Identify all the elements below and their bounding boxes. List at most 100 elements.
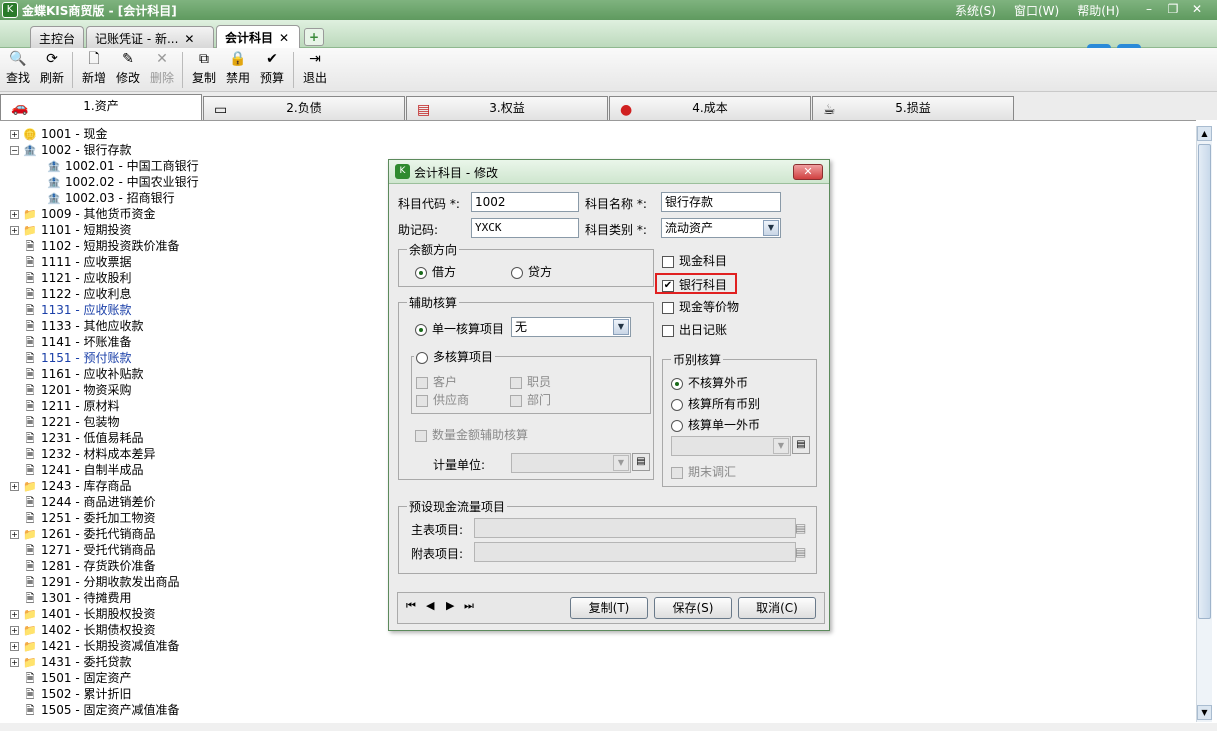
tree-row[interactable]: + 📁 1009 - 其他货币资金 — [10, 206, 156, 222]
tab-voucher[interactable]: 记账凭证 - 新... ✕ — [86, 26, 214, 48]
tree-row[interactable]: 🗎 1271 - 受托代销商品 — [10, 542, 156, 558]
unit-select[interactable]: ▼ — [511, 453, 631, 473]
tree-row[interactable]: 🏦 1002.01 - 中国工商银行 — [46, 158, 198, 174]
tree-row[interactable]: 🗎 1244 - 商品进销差价 — [10, 494, 156, 510]
minimize-icon[interactable]: – — [1140, 1, 1158, 17]
add-tab-icon[interactable]: + — [304, 28, 324, 46]
expand-icon[interactable]: + — [10, 226, 19, 235]
exit-button[interactable]: ⇥ 退出 — [300, 50, 330, 88]
chevron-down-icon[interactable]: ▼ — [773, 438, 789, 454]
refresh-button[interactable]: ⟳ 刷新 — [37, 50, 67, 88]
prev-record-icon[interactable]: ◀ — [426, 599, 434, 612]
find-button[interactable]: 🔍 查找 — [3, 50, 33, 88]
tree-row[interactable]: 🗎 1201 - 物资采购 — [10, 382, 132, 398]
scroll-thumb[interactable] — [1198, 144, 1211, 619]
tree-row[interactable]: 🗎 1281 - 存货跌价准备 — [10, 558, 156, 574]
menu-window[interactable]: 窗口(W) — [1014, 2, 1059, 19]
new-button[interactable]: 🗋 新增 — [79, 50, 109, 88]
menu-help[interactable]: 帮助(H) — [1077, 2, 1119, 19]
expand-icon[interactable]: + — [10, 626, 19, 635]
tab-equity[interactable]: ▤ 3.权益 — [406, 96, 608, 120]
tree-scrollbar[interactable]: ▲ ▼ — [1196, 126, 1212, 722]
cash-equivalent-checkbox[interactable]: 现金等价物 — [662, 298, 739, 315]
next-record-icon[interactable]: ▶ — [446, 599, 454, 612]
code-field[interactable]: 1002 — [471, 192, 579, 212]
currency-select[interactable]: ▼ — [671, 436, 791, 456]
modify-button[interactable]: ✎ 修改 — [113, 50, 143, 88]
tree-row[interactable]: 🗎 1161 - 应收补贴款 — [10, 366, 144, 382]
tab-accounts[interactable]: 会计科目 ✕ — [216, 25, 300, 49]
tree-row[interactable]: 🗎 1232 - 材料成本差异 — [10, 446, 156, 462]
cancel-button[interactable]: 取消(C) — [738, 597, 816, 619]
tree-row[interactable]: 🗎 1505 - 固定资产减值准备 — [10, 702, 180, 718]
tree-row[interactable]: 🗎 1133 - 其他应收款 — [10, 318, 144, 334]
tree-row[interactable]: 🏦 1002.03 - 招商银行 — [46, 190, 174, 206]
department-checkbox[interactable]: 部门 — [510, 391, 551, 408]
scroll-up-icon[interactable]: ▲ — [1197, 126, 1212, 141]
sub-item-field[interactable] — [474, 542, 796, 562]
expand-icon[interactable]: + — [10, 610, 19, 619]
tree-row[interactable]: − 🏦 1002 - 银行存款 — [10, 142, 132, 158]
tree-row[interactable]: + 🪙 1001 - 现金 — [10, 126, 108, 142]
restore-icon[interactable]: ❐ — [1164, 1, 1182, 17]
qty-aux-checkbox[interactable]: 数量金额辅助核算 — [415, 426, 528, 443]
tree-row[interactable]: 🗎 1121 - 应收股利 — [10, 270, 132, 286]
tree-row[interactable]: 🗎 1122 - 应收利息 — [10, 286, 132, 302]
tree-row[interactable]: 🗎 1241 - 自制半成品 — [10, 462, 144, 478]
chevron-down-icon[interactable]: ▼ — [613, 319, 629, 335]
single-foreign-radio[interactable]: 核算单一外币 — [671, 416, 760, 433]
save-button[interactable]: 保存(S) — [654, 597, 732, 619]
tree-row[interactable]: 🗎 1151 - 预付账款 — [10, 350, 132, 366]
tab-profit-loss[interactable]: ☕ 5.损益 — [812, 96, 1014, 120]
period-adjust-checkbox[interactable]: 期末调汇 — [671, 463, 736, 480]
tree-row[interactable]: 🗎 1231 - 低值易耗品 — [10, 430, 144, 446]
tree-row[interactable]: + 📁 1421 - 长期投资减值准备 — [10, 638, 180, 654]
tree-row[interactable]: 🗎 1301 - 待摊费用 — [10, 590, 132, 606]
no-foreign-radio[interactable]: 不核算外币 — [671, 374, 748, 391]
menu-system[interactable]: 系统(S) — [955, 2, 996, 19]
tree-row[interactable]: 🗎 1131 - 应收账款 — [10, 302, 132, 318]
tree-row[interactable]: 🗎 1502 - 累计折旧 — [10, 686, 132, 702]
delete-button[interactable]: ✕ 删除 — [147, 50, 177, 88]
expand-icon[interactable]: + — [10, 642, 19, 651]
multi-item-radio[interactable]: 多核算项目 — [414, 348, 496, 365]
daily-journal-checkbox[interactable]: 出日记账 — [662, 321, 727, 338]
expand-icon[interactable]: + — [10, 130, 19, 139]
tree-row[interactable]: 🗎 1221 - 包装物 — [10, 414, 120, 430]
disable-button[interactable]: 🔒 禁用 — [223, 50, 253, 88]
first-record-icon[interactable]: ⏮ — [406, 599, 416, 613]
tree-row[interactable]: + 📁 1431 - 委托贷款 — [10, 654, 132, 670]
close-tab-icon[interactable]: ✕ — [184, 32, 194, 46]
currency-browse-icon[interactable]: ▤ — [792, 436, 810, 454]
tree-row[interactable]: + 📁 1243 - 库存商品 — [10, 478, 132, 494]
close-icon[interactable]: ✕ — [1188, 1, 1206, 17]
tree-row[interactable]: 🗎 1501 - 固定资产 — [10, 670, 132, 686]
tree-row[interactable]: 🗎 1211 - 原材料 — [10, 398, 120, 414]
chevron-down-icon[interactable]: ▼ — [613, 455, 629, 471]
expand-icon[interactable]: + — [10, 658, 19, 667]
tree-row[interactable]: + 📁 1402 - 长期债权投资 — [10, 622, 156, 638]
customer-checkbox[interactable]: 客户 — [416, 373, 457, 390]
tree-row[interactable]: 🗎 1111 - 应收票据 — [10, 254, 132, 270]
tab-main-console[interactable]: 主控台 — [30, 26, 84, 48]
cash-subject-checkbox[interactable]: 现金科目 — [662, 252, 727, 269]
mnemonic-field[interactable]: YXCK — [471, 218, 579, 238]
tree-row[interactable]: 🏦 1002.02 - 中国农业银行 — [46, 174, 198, 190]
tree-row[interactable]: 🗎 1141 - 坏账准备 — [10, 334, 132, 350]
unit-browse-icon[interactable]: ▤ — [632, 453, 650, 471]
expand-icon[interactable]: + — [10, 482, 19, 491]
single-item-radio[interactable]: 单一核算项目 — [415, 320, 504, 337]
main-item-field[interactable] — [474, 518, 796, 538]
copy-button[interactable]: ⧉ 复制 — [189, 50, 219, 88]
preview-button[interactable]: ✔ 预算 — [257, 50, 287, 88]
dialog-close-icon[interactable]: ✕ — [793, 164, 823, 180]
tab-liabilities[interactable]: ▭ 2.负债 — [203, 96, 405, 120]
chevron-down-icon[interactable]: ▼ — [763, 220, 779, 236]
credit-radio[interactable]: 贷方 — [511, 263, 552, 280]
tab-cost[interactable]: ● 4.成本 — [609, 96, 811, 120]
tree-row[interactable]: + 📁 1401 - 长期股权投资 — [10, 606, 156, 622]
tree-row[interactable]: + 📁 1101 - 短期投资 — [10, 222, 132, 238]
copy-record-button[interactable]: 复制(T) — [570, 597, 648, 619]
type-select[interactable]: 流动资产 ▼ — [661, 218, 781, 238]
close-tab-icon[interactable]: ✕ — [279, 31, 289, 45]
